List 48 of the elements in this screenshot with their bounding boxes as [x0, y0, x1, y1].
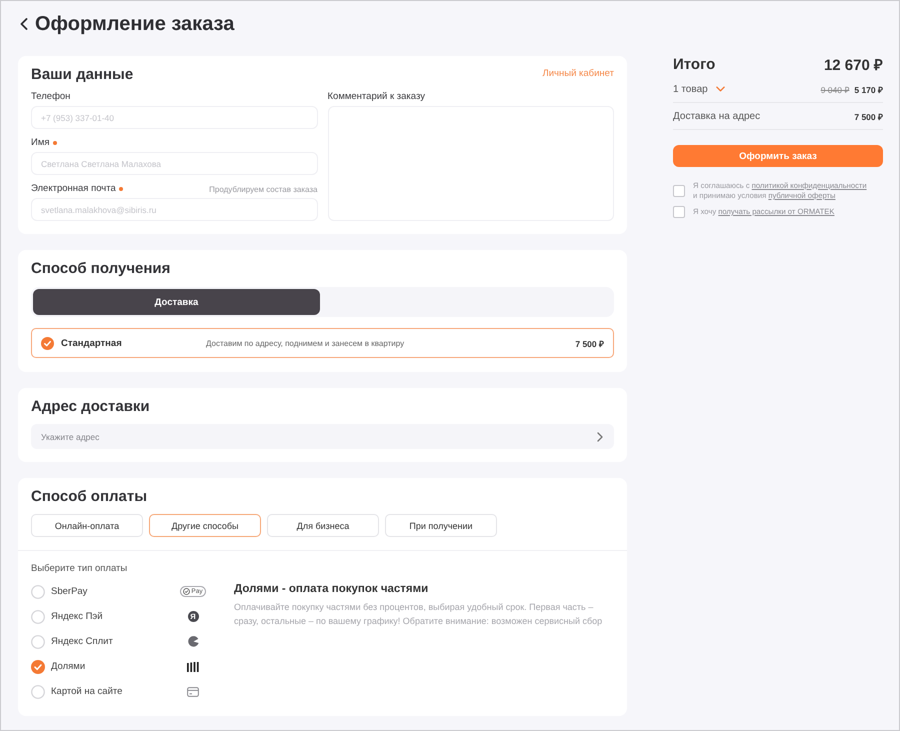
delivery-option[interactable]: Стандартная Доставим по адресу, поднимем и занесем в квартиру 7 500 ₽	[31, 328, 614, 358]
mode-tab[interactable]: Доставка	[33, 289, 320, 315]
field-label: Имя	[31, 136, 50, 150]
payment-method-label[interactable]: Яндекс Сплит	[51, 636, 180, 647]
payment-tab[interactable]: Другие способы	[149, 514, 261, 537]
old-price: 9 040 ₽	[820, 84, 850, 94]
total-label: Итого	[673, 56, 716, 72]
field-hint: Продублируем состав заказа	[209, 184, 318, 194]
radio-button[interactable]	[31, 610, 45, 624]
field-label: Электронная почта	[31, 182, 116, 196]
payment-method-label[interactable]: Яндекс Пэй	[51, 611, 180, 622]
payment-tab[interactable]: Онлайн-оплата	[31, 514, 143, 537]
payment-tab[interactable]: При получении	[385, 514, 497, 537]
field-label: Комментарий к заказу	[328, 90, 425, 104]
option-name: Стандартная	[61, 338, 123, 348]
delivery-price: 7 500 ₽	[854, 110, 883, 122]
chevron-down-icon	[716, 86, 725, 92]
payment-method-label[interactable]: Картой на сайте	[51, 686, 180, 697]
section-title: Ваши данные	[31, 65, 134, 85]
radio-button[interactable]	[31, 660, 45, 674]
page-title: Оформление заказа	[35, 12, 234, 36]
payment-method-label[interactable]: Долями	[51, 661, 180, 672]
option-price: 7 500 ₽	[575, 338, 604, 348]
radio-button[interactable]	[31, 584, 45, 598]
option-description: Доставим по адресу, поднимем и занесем в квартиру	[206, 338, 406, 348]
items-toggle[interactable]: 1 товар	[673, 84, 725, 94]
item-price: 5 170 ₽	[854, 84, 883, 94]
detail-text: Оплачивайте покупку частями без процентов, выбирая удобный срок. Первая часть – сразу, остальные – по вашему графику! Обратите внимание: возможен сервисный сбор	[234, 601, 604, 628]
card-icon	[187, 686, 199, 696]
checkbox[interactable]	[673, 185, 685, 197]
payment-tab[interactable]: Для бизнеса	[267, 514, 379, 537]
pie-icon	[188, 636, 198, 647]
check-circle-icon	[183, 588, 190, 595]
detail-title: Долями - оплата покупок частями	[234, 582, 430, 596]
payment-method-label[interactable]: SberPay	[51, 586, 180, 597]
list-label: Выберите тип оплаты	[31, 562, 128, 576]
field-label: Телефон	[31, 90, 70, 104]
total-price: 12 670 ₽	[824, 56, 883, 74]
back-icon[interactable]	[20, 18, 28, 30]
radio-button[interactable]	[31, 634, 45, 648]
bars-icon	[187, 662, 199, 672]
section-title: Способ оплаты	[31, 487, 148, 507]
section-title: Способ получения	[31, 259, 172, 279]
delivery-label: Доставка на адрес	[673, 110, 760, 122]
radio-button[interactable]	[31, 684, 45, 698]
checkbox[interactable]	[673, 206, 685, 218]
section-title: Адрес доставки	[31, 397, 151, 417]
chevron-right-icon	[597, 432, 603, 442]
